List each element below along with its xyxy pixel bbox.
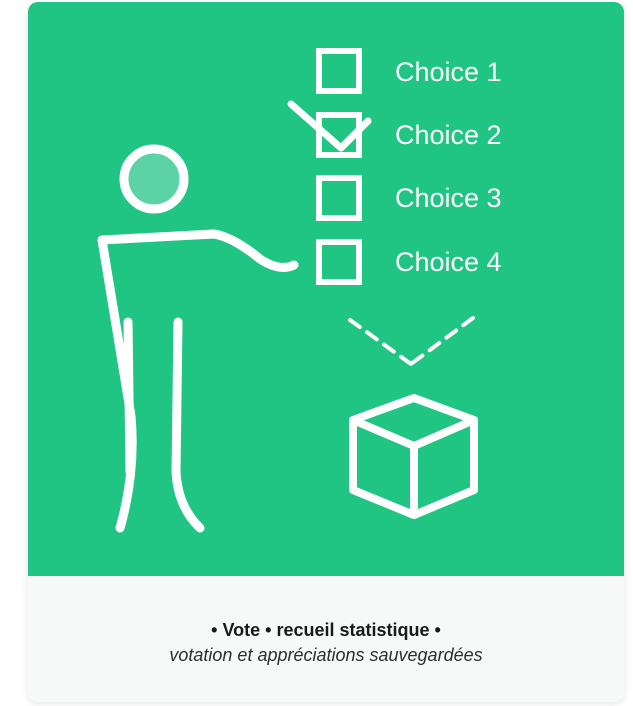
choice-3-label: Choice 3 <box>395 183 502 213</box>
caption-subtitle: votation et appréciations sauvegardées <box>169 645 483 665</box>
choice-4-label: Choice 4 <box>395 247 502 277</box>
caption-title: • Vote • recueil statistique • <box>211 620 441 640</box>
illustration-svg <box>28 2 624 576</box>
choice-2-label: Choice 2 <box>395 120 502 150</box>
feature-card: Choice 1 Choice 2 Choice 3 Choice 4 • Vo… <box>28 2 624 702</box>
vote-illustration: Choice 1 Choice 2 Choice 3 Choice 4 <box>28 2 624 576</box>
choice-1-label: Choice 1 <box>395 57 502 87</box>
card-caption: • Vote • recueil statistique • votation … <box>28 576 624 702</box>
